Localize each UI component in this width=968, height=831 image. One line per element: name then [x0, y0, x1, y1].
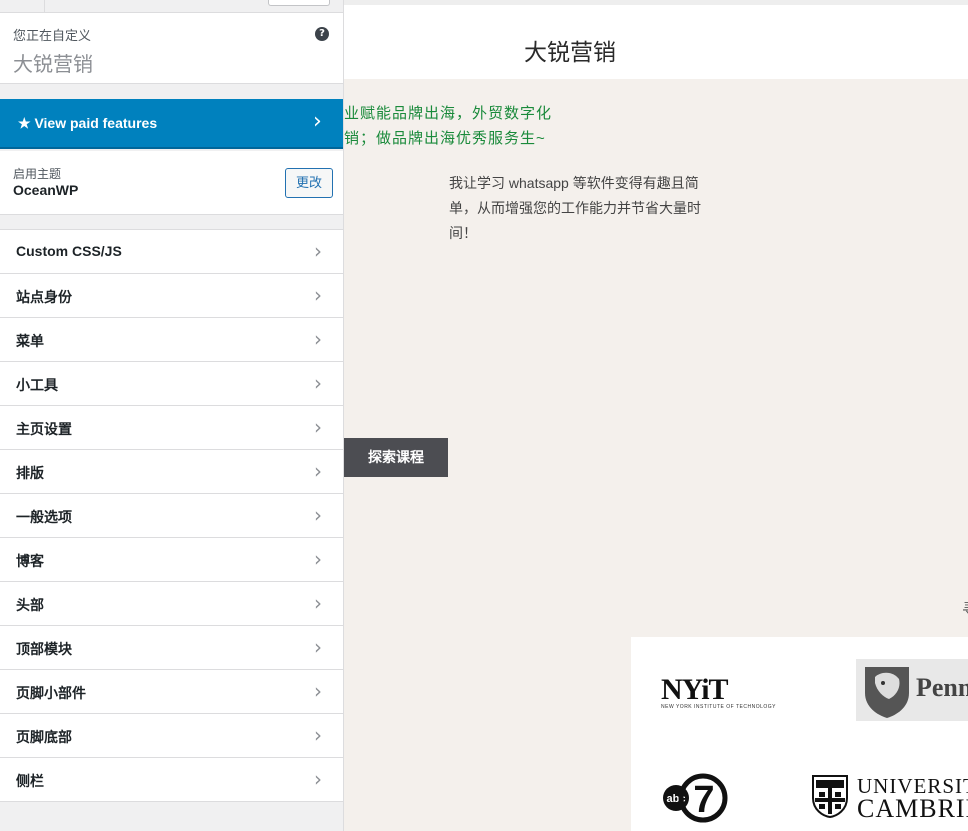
penn-logo-text: Penn — [916, 673, 968, 702]
chevron-right-icon: › — [314, 459, 322, 483]
menu-item-label: 页脚小部件 — [16, 685, 86, 701]
menu-item-label: 菜单 — [16, 333, 44, 349]
clipped-text: 寻 — [962, 598, 968, 619]
nyit-logo-subtext: NEW YORK INSTITUTE OF TECHNOLOGY — [661, 704, 776, 710]
menu-item-footer-widgets[interactable]: 页脚小部件 › — [0, 670, 343, 714]
menu-item-label: 博客 — [16, 553, 44, 569]
chevron-right-icon: › — [314, 635, 322, 659]
customizing-label: 您正在自定义 — [13, 28, 92, 43]
menu-item-label: 站点身份 — [16, 289, 72, 305]
menu-item-header[interactable]: 头部 › — [0, 582, 343, 626]
menu-item-blog[interactable]: 博客 › — [0, 538, 343, 582]
nyit-logo-text: NYiT — [661, 673, 729, 706]
active-theme-section: 启用主题 OceanWP 更改 — [0, 151, 343, 215]
menu-item-widgets[interactable]: 小工具 › — [0, 362, 343, 406]
hero-line-1: 业赋能品牌出海，外贸数字化 — [344, 105, 553, 122]
site-title[interactable]: 大锐营销 — [524, 33, 616, 67]
theme-name: OceanWP — [13, 182, 79, 198]
menu-item-label: 头部 — [16, 597, 44, 613]
chevron-right-icon: › — [313, 109, 322, 134]
menu-item-label: 主页设置 — [16, 421, 72, 437]
chevron-right-icon: › — [314, 283, 322, 307]
menu-item-label: 顶部模块 — [16, 641, 72, 657]
change-theme-button[interactable]: 更改 — [285, 168, 333, 198]
customizer-menu: Custom CSS/JS › 站点身份 › 菜单 › 小工具 › 主页设置 › 排版 › … — [0, 229, 343, 802]
customizing-info: 您正在自定义 大锐营销 ? — [0, 13, 343, 84]
site-header: 大锐营销 — [344, 0, 968, 79]
customizer-top-bar — [0, 0, 343, 13]
menu-item-label: 小工具 — [16, 377, 58, 393]
paid-features-label: ★ View paid features — [18, 115, 158, 131]
menu-item-typography[interactable]: 排版 › — [0, 450, 343, 494]
penn-shield-icon — [865, 667, 909, 718]
active-theme-label: 启用主题 — [13, 167, 62, 181]
cambridge-crest-icon — [812, 775, 848, 819]
site-preview: 大锐营销 业赋能品牌出海，外贸数字化 销；做品牌出海优秀服务生~ 我让学习 wh… — [344, 0, 968, 831]
chevron-right-icon: › — [314, 327, 322, 351]
menu-item-label: 侧栏 — [16, 773, 44, 789]
chevron-right-icon: › — [314, 591, 322, 615]
chevron-right-icon: › — [314, 547, 322, 571]
close-customizer-button[interactable] — [0, 0, 45, 12]
chevron-right-icon: › — [314, 239, 322, 263]
view-paid-features-button[interactable]: ★ View paid features › — [0, 99, 343, 149]
chevron-right-icon: › — [314, 371, 322, 395]
menu-item-label: 一般选项 — [16, 509, 72, 525]
menu-item-label: Custom CSS/JS — [16, 243, 122, 259]
abc-number: 7 — [693, 779, 714, 821]
explore-courses-button[interactable]: 探索课程 — [344, 438, 448, 477]
partner-logos: NYiT NEW YORK INSTITUTE OF TECHNOLOGY Pe… — [631, 637, 968, 831]
cambridge-text-line-2: CAMBRIDGE — [857, 794, 968, 823]
menu-item-footer-bottom[interactable]: 页脚底部 › — [0, 714, 343, 758]
hero-body-text: 我让学习 whatsapp 等软件变得有趣且简单，从而增强您的工作能力并节省大量… — [449, 175, 701, 241]
menu-item-sidebar[interactable]: 侧栏 › — [0, 758, 343, 802]
nyit-logo: NYiT NEW YORK INSTITUTE OF TECHNOLOGY — [661, 673, 776, 710]
penn-logo: Penn — [856, 659, 968, 721]
abc7-icon: abc 7 — [663, 773, 728, 823]
chevron-right-icon: › — [314, 679, 322, 703]
menu-item-menus[interactable]: 菜单 › — [0, 318, 343, 362]
chevron-right-icon: › — [314, 503, 322, 527]
chevron-right-icon: › — [314, 723, 322, 747]
menu-item-label: 页脚底部 — [16, 729, 72, 745]
menu-item-site-identity[interactable]: 站点身份 › — [0, 274, 343, 318]
site-name: 大锐营销 — [13, 54, 93, 76]
help-icon[interactable]: ? — [315, 27, 329, 41]
publish-button[interactable] — [268, 0, 330, 6]
cambridge-logo: UNIVERSITY CAMBRIDGE — [811, 774, 968, 823]
abc7-logo: abc 7 — [661, 772, 731, 829]
menu-item-top-bar[interactable]: 顶部模块 › — [0, 626, 343, 670]
hero-line-2: 销；做品牌出海优秀服务生~ — [344, 130, 546, 147]
customizer-sidebar: 您正在自定义 大锐营销 ? ★ View paid features › 启用主… — [0, 0, 344, 831]
chevron-right-icon: › — [314, 767, 322, 791]
menu-item-label: 排版 — [16, 465, 44, 481]
menu-item-homepage-settings[interactable]: 主页设置 › — [0, 406, 343, 450]
chevron-right-icon: › — [314, 415, 322, 439]
menu-item-custom-css[interactable]: Custom CSS/JS › — [0, 229, 343, 274]
menu-item-general-options[interactable]: 一般选项 › — [0, 494, 343, 538]
